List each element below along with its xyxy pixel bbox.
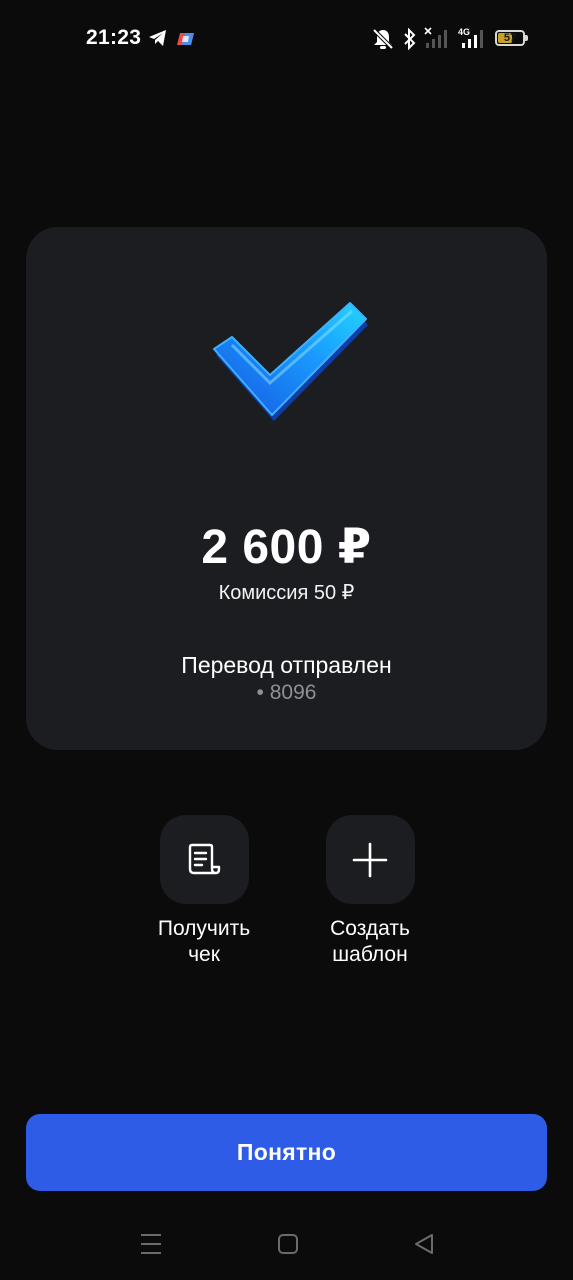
get-receipt-button[interactable] bbox=[159, 815, 249, 904]
get-receipt-label-line1: Получить bbox=[157, 917, 251, 940]
transfer-result-card: 2 600 ₽ Комиссия 50 ₽ Перевод отправлен … bbox=[26, 227, 547, 750]
back-icon[interactable] bbox=[413, 1232, 435, 1256]
signal-4g-icon: 4G bbox=[458, 27, 483, 48]
svg-text:4G: 4G bbox=[458, 27, 470, 37]
transfer-amount: 2 600 ₽ bbox=[201, 521, 372, 574]
menu-icon[interactable] bbox=[140, 1232, 162, 1256]
create-template-button[interactable] bbox=[325, 815, 415, 904]
create-template-label: Создать шаблон bbox=[290, 916, 450, 968]
create-template-action[interactable]: Создать шаблон bbox=[290, 815, 450, 968]
transfer-status-title: Перевод отправлен bbox=[181, 652, 392, 678]
status-bar: 21:23 4G 57 bbox=[0, 0, 573, 78]
receipt-icon bbox=[188, 843, 221, 874]
battery-level: 57 bbox=[503, 32, 517, 44]
transfer-success-screen: 21:23 4G 57 2 600 ₽ Комиссия 50 ₽ Перево… bbox=[0, 0, 573, 1280]
ok-button[interactable]: Понятно bbox=[26, 1114, 547, 1191]
commission-text: Комиссия 50 ₽ bbox=[218, 582, 355, 604]
get-receipt-label: Получить чек bbox=[124, 916, 284, 968]
check-icon bbox=[213, 302, 368, 421]
card-number: • 8096 bbox=[256, 681, 317, 704]
status-time: 21:23 bbox=[86, 26, 142, 49]
plus-icon bbox=[352, 842, 388, 877]
bluetooth-icon bbox=[404, 28, 416, 50]
telegram-icon bbox=[149, 30, 166, 46]
create-template-label-line2: шаблон bbox=[332, 943, 408, 966]
battery-tip bbox=[525, 35, 528, 41]
home-icon[interactable] bbox=[277, 1232, 299, 1256]
get-receipt-label-line2: чек bbox=[188, 943, 220, 966]
app-notification-icon bbox=[177, 33, 194, 45]
signal-icon bbox=[424, 27, 447, 48]
silent-icon bbox=[372, 28, 394, 50]
get-receipt-action[interactable]: Получить чек bbox=[124, 815, 284, 968]
create-template-label-line1: Создать bbox=[330, 917, 410, 940]
